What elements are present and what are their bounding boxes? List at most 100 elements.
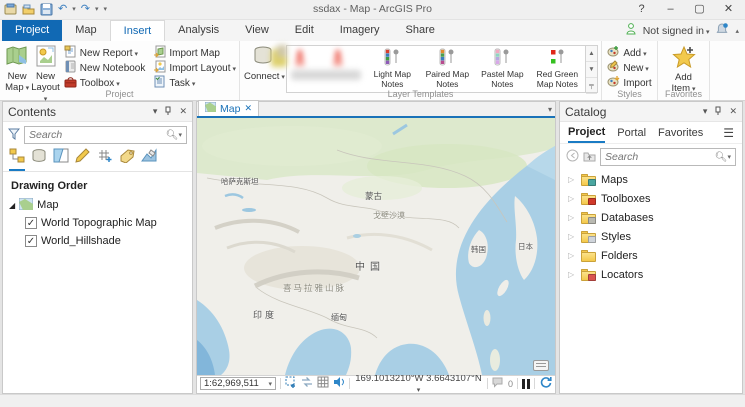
contents-search-box[interactable]: 🔍︎ ▾ (24, 126, 187, 144)
expand-collapse-icon[interactable]: ◢ (9, 201, 15, 210)
catalog-search-input[interactable] (605, 151, 715, 163)
close-view-icon[interactable]: ✕ (244, 103, 252, 114)
map-view-tab[interactable]: Map ✕ (198, 100, 259, 116)
catalog-item-styles[interactable]: ▷ Styles (560, 227, 742, 246)
gallery-scroll-buttons: ▲ ▼ ╤ (586, 45, 598, 93)
import-layout-button[interactable]: Import Layout (153, 61, 236, 75)
scale-combo[interactable]: 1:62,969,511 ▾ (200, 377, 276, 390)
template-light-map-notes[interactable]: Light Map Notes (365, 46, 420, 92)
pause-drawing-icon[interactable] (522, 379, 530, 389)
search-caret-icon[interactable]: ▾ (178, 131, 182, 139)
gallery-up-icon[interactable]: ▲ (586, 46, 597, 62)
toolboxes-folder-icon (581, 193, 596, 205)
layer-world-topographic-map[interactable]: World Topographic Map (3, 214, 192, 232)
gallery-down-icon[interactable]: ▼ (586, 62, 597, 78)
grid-toggle-icon[interactable] (317, 376, 329, 391)
catalog-pin-icon[interactable] (714, 106, 722, 118)
layer-checkbox[interactable] (25, 217, 37, 229)
audio-icon[interactable] (333, 376, 345, 391)
catalog-tab-favorites[interactable]: Favorites (658, 124, 703, 142)
tab-analysis[interactable]: Analysis (165, 20, 232, 41)
catalog-tab-portal[interactable]: Portal (617, 124, 646, 142)
view-list-caret-icon[interactable]: ▾ (548, 105, 552, 114)
tab-view[interactable]: View (232, 20, 282, 41)
expand-icon[interactable]: ▷ (568, 270, 576, 279)
expand-icon[interactable]: ▷ (568, 175, 576, 184)
tab-share[interactable]: Share (393, 20, 448, 41)
tab-insert[interactable]: Insert (110, 20, 166, 41)
catalog-menu-caret-icon[interactable]: ▾ (703, 106, 708, 117)
list-by-snapping-icon[interactable] (97, 148, 113, 171)
refresh-icon[interactable] (539, 376, 552, 391)
list-by-data-source-icon[interactable] (31, 148, 47, 171)
list-by-labeling-icon[interactable] (119, 148, 135, 171)
map-canvas[interactable]: 哈萨克斯坦 蒙古 戈壁沙漠 中国 喜马拉雅山脉 印度 缅甸 韩国 日本 (197, 118, 555, 375)
maximize-button[interactable]: ▢ (685, 0, 714, 20)
collapse-ribbon-icon[interactable]: ▴ (735, 27, 739, 35)
expand-icon[interactable]: ▷ (568, 213, 576, 222)
list-by-charts-icon[interactable] (141, 148, 157, 171)
tab-map[interactable]: Map (62, 20, 109, 41)
sign-in-menu[interactable]: Not signed in (643, 25, 710, 37)
map-label-gobi-desert: 戈壁沙漠 (373, 210, 405, 221)
list-by-drawing-order-icon[interactable] (9, 148, 25, 171)
notifications-count-icon[interactable] (492, 377, 504, 391)
catalog-menu-icon[interactable]: ☰ (723, 126, 734, 140)
map-view-panel: Map ✕ ▾ (196, 101, 556, 394)
catalog-item-databases[interactable]: ▷ Databases (560, 208, 742, 227)
template-red-green-map-notes[interactable]: Red Green Map Notes (530, 46, 585, 92)
template-paired-map-notes[interactable]: Paired Map Notes (420, 46, 475, 92)
snapping-toggle-icon[interactable] (301, 376, 313, 391)
coordinates-display[interactable]: 169.1013210°W 3.6643107°N (354, 373, 483, 395)
close-button[interactable]: ✕ (714, 0, 743, 20)
tab-imagery[interactable]: Imagery (327, 20, 393, 41)
search-caret-icon[interactable]: ▾ (727, 153, 731, 161)
toolbox-button[interactable]: Toolbox (64, 76, 146, 90)
back-icon[interactable] (566, 149, 579, 165)
new-report-button[interactable]: New Report (64, 46, 146, 60)
import-map-button[interactable]: Import Map (153, 46, 236, 60)
template-pastel-map-notes[interactable]: Pastel Map Notes (475, 46, 530, 92)
red-green-map-notes-icon (547, 48, 567, 69)
filter-icon[interactable] (8, 128, 20, 143)
tree-item-map[interactable]: ◢ Map (3, 196, 192, 214)
selection-tool-icon[interactable] (285, 376, 297, 391)
catalog-item-folders[interactable]: ▷ Folders (560, 246, 742, 265)
add-item-button[interactable]: Add Item (665, 43, 703, 95)
add-item-star-icon (671, 45, 697, 71)
layer-checkbox[interactable] (25, 235, 37, 247)
list-by-editing-icon[interactable] (75, 148, 91, 171)
expand-icon[interactable]: ▷ (568, 232, 576, 241)
connections-button[interactable]: Connect (243, 43, 286, 84)
new-notebook-button[interactable]: New Notebook (64, 61, 146, 75)
tab-edit[interactable]: Edit (282, 20, 327, 41)
expand-icon[interactable]: ▷ (568, 251, 576, 260)
catalog-tab-project[interactable]: Project (568, 123, 605, 143)
catalog-item-locators[interactable]: ▷ Locators (560, 265, 742, 284)
new-map-button[interactable]: New Map (3, 43, 31, 94)
attribution-icon[interactable] (533, 360, 549, 371)
styles-import-button[interactable]: Import (607, 76, 651, 90)
expand-icon[interactable]: ▷ (568, 194, 576, 203)
help-button[interactable]: ? (627, 0, 656, 20)
contents-menu-caret-icon[interactable]: ▾ (153, 106, 158, 117)
list-by-selection-icon[interactable] (53, 148, 69, 171)
notifications-icon[interactable] (716, 23, 728, 38)
catalog-close-icon[interactable]: ✕ (729, 106, 737, 117)
styles-new-button[interactable]: New (607, 61, 651, 75)
minimize-button[interactable]: – (656, 0, 685, 20)
catalog-item-maps[interactable]: ▷ Maps (560, 170, 742, 189)
layer-world-hillshade[interactable]: World_Hillshade (3, 232, 192, 250)
styles-add-button[interactable]: Add (607, 46, 651, 60)
map-status-bar: 1:62,969,511 ▾ 169.1013210°W 3.6643107°N… (197, 375, 555, 391)
layer-templates-gallery: Light Map Notes Paired Map Notes Pastel … (286, 45, 586, 93)
contents-search-input[interactable] (29, 129, 166, 141)
search-icon: 🔍︎ (166, 130, 179, 141)
contents-close-icon[interactable]: ✕ (179, 106, 187, 117)
contents-pin-icon[interactable] (164, 106, 172, 118)
catalog-search-box[interactable]: 🔍︎ ▾ (600, 148, 736, 166)
task-button[interactable]: Task (153, 76, 236, 90)
tab-project[interactable]: Project (2, 20, 62, 41)
catalog-item-toolboxes[interactable]: ▷ Toolboxes (560, 189, 742, 208)
up-level-icon[interactable] (583, 150, 596, 165)
